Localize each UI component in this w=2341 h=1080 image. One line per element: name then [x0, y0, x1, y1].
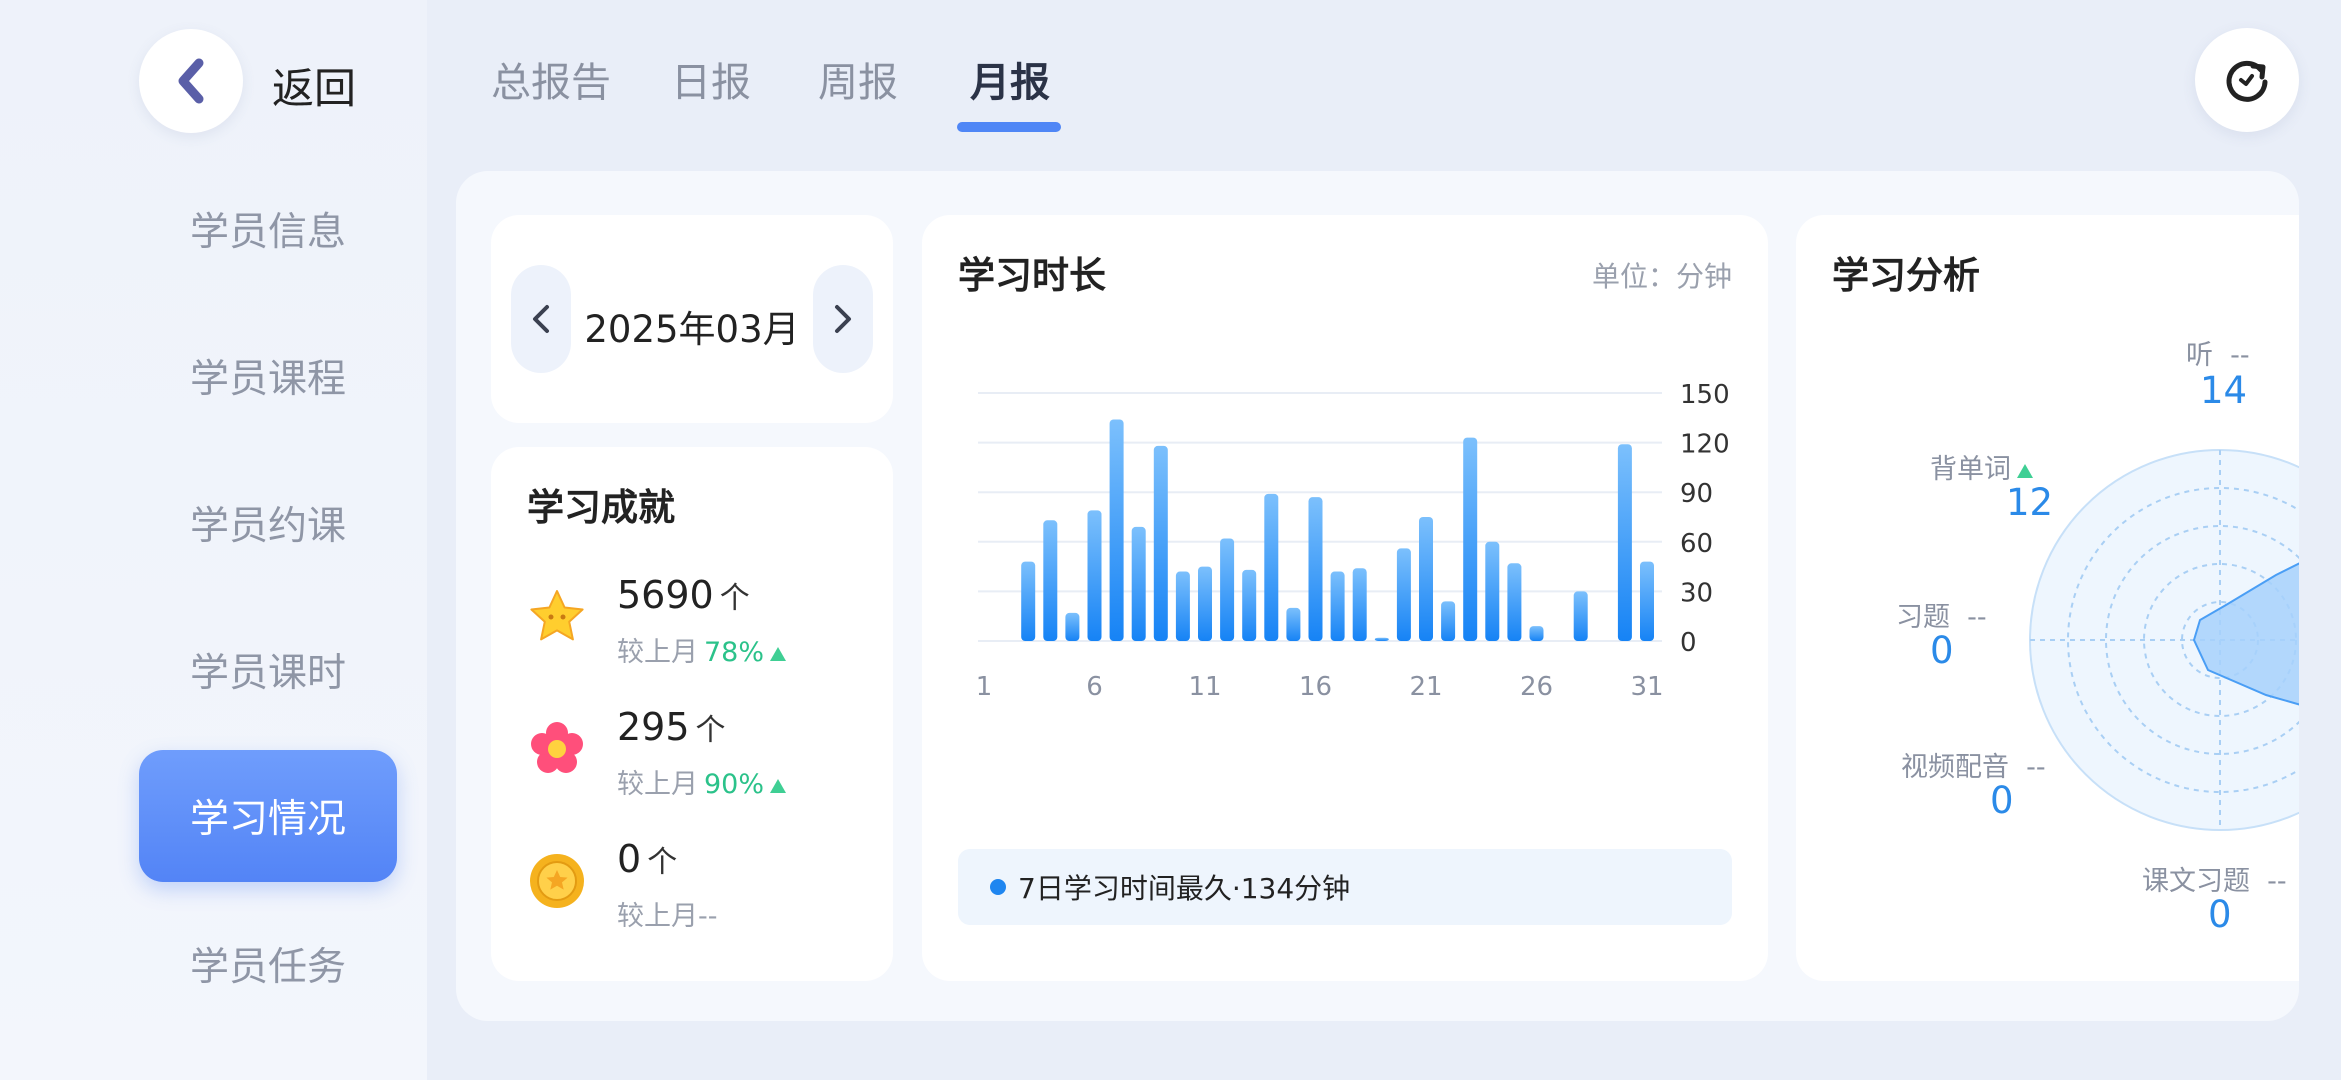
x-tick-label: 21	[1409, 672, 1442, 702]
analysis-value-text-exercises: 0	[2208, 893, 2232, 936]
analysis-card: 学习分析 听 -- 14 背单词 12 习题 -- 0 视频配音 -- 0 课文…	[1796, 215, 2299, 981]
tab-monthly-report[interactable]: 月报	[970, 50, 1050, 108]
bar-day-25	[1507, 563, 1522, 641]
achievement-compare: 较上月 78%	[617, 630, 787, 669]
bar-day-11	[1198, 566, 1212, 641]
bar-day-26	[1529, 626, 1544, 641]
bar-day-23	[1463, 437, 1478, 641]
tab-daily-report[interactable]: 日报	[671, 50, 751, 108]
bar-day-21	[1419, 517, 1433, 641]
bar-day-24	[1485, 541, 1500, 641]
refresh-button[interactable]	[2195, 28, 2299, 132]
x-tick-label: 6	[1086, 672, 1103, 702]
y-tick-label: 60	[1680, 529, 1713, 559]
y-tick-label: 120	[1680, 430, 1730, 460]
bar-day-10	[1175, 571, 1190, 641]
trend-up-icon	[770, 646, 787, 661]
back-label[interactable]: 返回	[272, 55, 356, 116]
analysis-label-listen: 听 --	[2186, 340, 2250, 371]
achievement-compare: 较上月 90%	[617, 762, 787, 801]
unit-label: 单位：分钟	[1591, 260, 1732, 293]
bar-day-7	[1109, 419, 1124, 641]
analysis-label-video-dubbing: 视频配音 --	[1901, 752, 2046, 783]
analysis-value-video-dubbing: 0	[1990, 779, 2014, 822]
x-tick-label: 1	[976, 672, 993, 702]
tab-overall-report[interactable]: 总报告	[491, 50, 611, 108]
bar-day-15	[1286, 607, 1301, 641]
sidebar-item-student-tasks[interactable]: 学员任务	[139, 898, 397, 1030]
bar-day-31	[1640, 561, 1654, 641]
x-tick-label: 31	[1630, 672, 1663, 702]
next-month-button[interactable]	[813, 265, 873, 373]
bar-day-8	[1131, 526, 1146, 641]
bar-day-3	[1021, 561, 1036, 641]
trend-up-icon	[2017, 463, 2033, 478]
coin-icon	[530, 854, 584, 908]
x-tick-label: 11	[1188, 672, 1221, 702]
sidebar-item-student-hours[interactable]: 学员课时	[139, 604, 397, 736]
star-icon	[530, 590, 584, 641]
achievement-compare: 较上月--	[617, 901, 718, 932]
bar-day-17	[1330, 571, 1345, 641]
bar-day-4	[1043, 520, 1058, 641]
study-time-bar-chart: 03060901201501 6 11 16 21 26 31	[976, 380, 1730, 702]
x-tick-label: 16	[1299, 672, 1332, 702]
bar-day-16	[1308, 497, 1323, 641]
main-panel: 2025年03月 学习成就 5690 个 较上月 78% 295 个 较上月 9…	[456, 171, 2299, 1021]
chevron-right-icon	[835, 305, 851, 333]
bar-day-13	[1242, 569, 1257, 641]
flower-icon	[531, 722, 583, 773]
bar-day-18	[1352, 568, 1367, 641]
analysis-value-exercises: 0	[1930, 629, 1954, 672]
achievements-card: 学习成就 5690 个 较上月 78% 295 个 较上月 90% 0 个 较上…	[491, 447, 893, 981]
achievement-value: 295 个	[617, 705, 726, 749]
bar-day-19	[1374, 637, 1389, 641]
bar-day-22	[1441, 601, 1456, 641]
y-tick-label: 0	[1680, 628, 1697, 658]
sidebar-item-student-bookings[interactable]: 学员约课	[139, 457, 397, 589]
study-summary: 7日学习时间最久·134分钟	[958, 849, 1732, 925]
x-tick-label: 26	[1520, 672, 1553, 702]
achievement-row-coins: 0个 较上月--	[527, 837, 867, 947]
active-tab-indicator	[957, 122, 1061, 132]
trend-up-icon	[770, 778, 787, 793]
bar-day-12	[1220, 538, 1235, 641]
bar-day-9	[1153, 445, 1168, 641]
sidebar-item-student-info[interactable]: 学员信息	[139, 163, 397, 295]
tab-weekly-report[interactable]: 周报	[818, 50, 898, 108]
achievement-row-flowers: 295 个 较上月 90%	[527, 705, 867, 815]
achievement-value: 0个	[617, 837, 678, 881]
bar-day-14	[1264, 493, 1279, 641]
bar-day-30	[1617, 444, 1632, 641]
summary-dot-icon	[990, 879, 1006, 895]
study-time-card: 学习时长 单位：分钟 0 30 60 90 120 150 1 6 11 16 21 26 31 7日学…	[922, 215, 1768, 981]
achievement-row-stars: 5690 个 较上月 78%	[527, 573, 867, 683]
month-picker-card: 2025年03月	[491, 215, 893, 423]
bar-day-5	[1065, 612, 1080, 641]
analysis-value-listen: 14	[2200, 369, 2248, 412]
chevron-left-icon	[178, 58, 204, 104]
refresh-icon	[2226, 60, 2268, 102]
sidebar-item-student-courses[interactable]: 学员课程	[139, 310, 397, 442]
bar-day-6	[1087, 510, 1102, 641]
sidebar-item-study-status[interactable]: 学习情况	[139, 750, 397, 882]
bar-day-28	[1573, 591, 1588, 641]
back-button[interactable]	[139, 29, 243, 133]
y-tick-label: 150	[1680, 380, 1730, 410]
sidebar: 返回 学员信息 学员课程 学员约课 学员课时 学习情况 学员任务	[0, 0, 427, 1080]
analysis-value-vocabulary: 12	[2006, 481, 2054, 524]
study-time-title: 学习时长	[958, 254, 1106, 297]
y-tick-label: 90	[1680, 479, 1713, 509]
achievement-value: 5690 个	[617, 573, 750, 617]
y-tick-label: 30	[1680, 578, 1713, 608]
bar-day-20	[1396, 548, 1411, 641]
achievements-title: 学习成就	[527, 486, 675, 529]
